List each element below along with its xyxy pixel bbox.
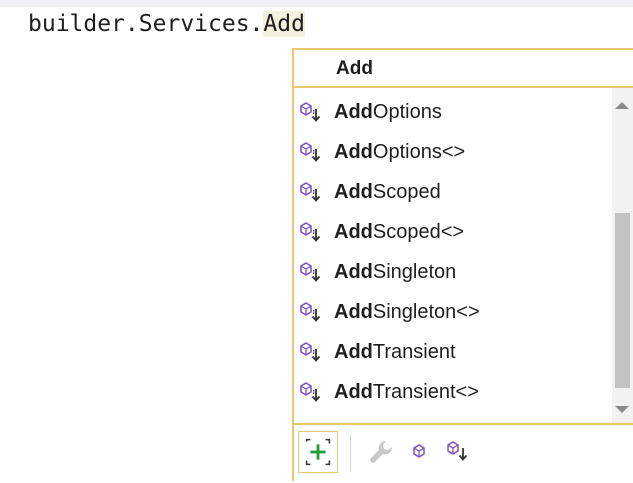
scroll-down-arrow-icon[interactable] — [615, 406, 629, 413]
method-icon[interactable] — [402, 435, 436, 469]
completion-scrollbar[interactable] — [612, 88, 633, 423]
item-match: Add — [334, 261, 373, 283]
item-rest: Options — [372, 101, 442, 123]
item-rest: Scoped — [372, 181, 441, 203]
scroll-up-arrow-icon[interactable] — [615, 102, 629, 109]
extension-method-icon — [300, 382, 321, 402]
item-match: Add — [334, 221, 373, 243]
extension-method-icon — [300, 182, 321, 202]
extension-method-icon — [300, 342, 321, 362]
completion-header: Add — [294, 50, 633, 88]
extension-method-icon — [300, 102, 321, 122]
item-rest: Scoped<> — [372, 221, 465, 243]
item-match: Add — [334, 101, 373, 123]
completion-popup: Add AddOptions AddOptions<> AddScoped Ad… — [292, 48, 633, 481]
code-prefix: builder.Services. — [28, 11, 264, 37]
item-rest: Options<> — [372, 141, 466, 163]
extension-method-icon — [300, 142, 321, 162]
extension-method-icon[interactable] — [440, 435, 474, 469]
item-match: Add — [334, 301, 373, 323]
wrench-icon[interactable] — [364, 435, 398, 469]
code-line[interactable]: builder.Services.Add — [28, 7, 305, 41]
extension-method-icon — [300, 222, 321, 242]
item-match: Add — [334, 341, 373, 363]
toolbar-separator — [350, 435, 351, 471]
scrollbar-thumb[interactable] — [615, 213, 630, 388]
completion-list: AddOptions AddOptions<> AddScoped AddSco… — [294, 88, 612, 421]
item-rest: Transient — [372, 341, 456, 363]
item-rest: Singleton<> — [372, 301, 480, 323]
item-rest: Singleton — [372, 261, 457, 283]
completion-filter-toolbar — [294, 423, 633, 483]
item-match: Add — [334, 141, 373, 163]
code-typed-word: Add — [263, 11, 305, 37]
item-match: Add — [334, 381, 373, 403]
expand-button[interactable] — [298, 431, 338, 473]
item-match: Add — [334, 181, 373, 203]
editor-top-strip — [0, 0, 633, 7]
item-rest: Transient<> — [372, 381, 479, 403]
expand-icon — [305, 438, 331, 466]
extension-method-icon — [300, 262, 321, 282]
extension-method-icon — [300, 302, 321, 322]
